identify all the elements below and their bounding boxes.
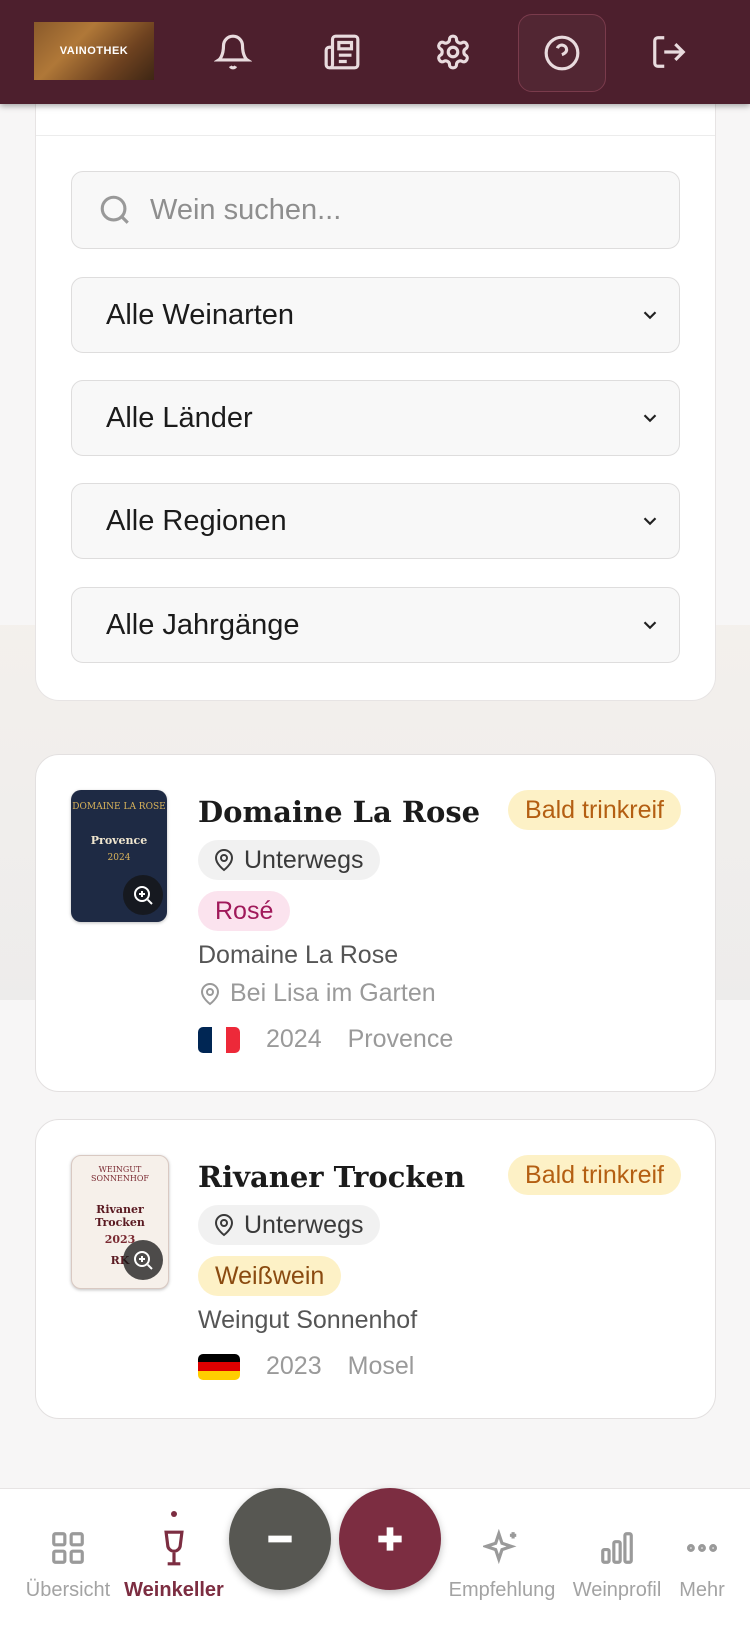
settings-button[interactable] [410,14,496,90]
wine-type-value: Alle Weinarten [106,298,295,331]
label-producer: DOMAINE LA ROSE [72,802,166,812]
zoom-label-button[interactable] [123,875,163,915]
nav-more-label: Mehr [679,1579,725,1601]
map-pin-icon [214,1214,234,1237]
nav-recommendation[interactable]: Empfehlung [445,1489,559,1625]
minus-icon [268,1535,292,1543]
help-icon [544,35,580,71]
gear-icon [437,34,469,70]
wine-region: Mosel [347,1352,415,1380]
grid-icon [52,1532,84,1564]
label-year: 2024 [107,853,131,863]
notifications-button[interactable] [190,14,276,90]
top-bar: VAINOTHEK [0,0,750,104]
plus-icon [378,1527,402,1551]
app-logo[interactable]: VAINOTHEK [34,22,154,80]
chevron-down-icon [643,517,657,526]
map-pin-icon [214,849,234,872]
vintage-select[interactable]: Alle Jahrgänge [71,587,680,663]
storage-label: Bei Lisa im Garten [230,979,436,1007]
logo-text: VAINOTHEK [59,45,129,57]
wine-name: Domaine La Rose [198,795,481,829]
wine-meta: 2023 Mosel [198,1352,414,1381]
label-wine: Rivaner Trocken [95,1203,145,1229]
wine-card[interactable]: WEINGUT SONNENHOF Rivaner Trocken 2023 R… [35,1119,716,1419]
nav-cellar-label: Weinkeller [124,1579,224,1601]
logout-icon [653,36,686,68]
zoom-in-icon [134,1251,153,1270]
news-icon [324,34,360,70]
active-indicator [171,1511,177,1517]
nav-overview[interactable]: Übersicht [20,1489,116,1625]
nav-recommendation-label: Empfehlung [448,1579,556,1601]
wine-region: Provence [347,1025,454,1053]
location-chip[interactable]: Unterwegs [198,840,380,880]
filter-card: Alle Weinarten Alle Länder Alle Regionen… [35,80,716,701]
flag-france-icon [198,1026,240,1053]
flag-germany-icon [198,1353,240,1380]
country-select[interactable]: Alle Länder [71,380,680,456]
chevron-down-icon [643,311,657,320]
bar-chart-icon [601,1532,633,1564]
more-dots-icon [686,1544,718,1552]
search-input[interactable] [148,192,672,228]
map-pin-icon [200,982,220,1005]
location-chip[interactable]: Unterwegs [198,1205,380,1245]
nav-profile-label: Weinprofil [572,1579,662,1601]
vintage-year: 2023 [266,1352,322,1380]
region-select[interactable]: Alle Regionen [71,483,680,559]
divider [36,135,715,136]
status-badge: Bald trinkreif [508,1155,681,1195]
chevron-down-icon [643,414,657,423]
wine-card[interactable]: DOMAINE LA ROSE Provence 2024 Domaine La… [35,754,716,1092]
location-label: Unterwegs [244,1210,364,1239]
logout-button[interactable] [626,14,712,90]
label-region: Provence [90,834,148,847]
sparkles-icon [483,1529,517,1565]
wine-glass-icon [164,1530,184,1566]
wine-name: Rivaner Trocken [198,1160,466,1194]
bell-icon [214,34,252,70]
wine-meta: 2024 Provence [198,1025,453,1054]
vintage-year: 2024 [266,1025,322,1053]
help-button[interactable] [518,14,606,92]
storage-location: Bei Lisa im Garten [198,979,436,1008]
search-field[interactable] [71,171,680,249]
remove-bottle-button[interactable] [229,1488,331,1590]
nav-more[interactable]: Mehr [672,1489,732,1625]
label-producer: WEINGUT SONNENHOF [91,1165,149,1183]
wine-type-select[interactable]: Alle Weinarten [71,277,680,353]
country-value: Alle Länder [106,401,253,434]
vintage-value: Alle Jahrgänge [106,608,300,641]
location-label: Unterwegs [244,845,364,874]
nav-cellar[interactable]: Weinkeller [124,1489,224,1625]
chevron-down-icon [643,621,657,630]
nav-overview-label: Übersicht [25,1579,111,1601]
nav-profile[interactable]: Weinprofil [567,1489,667,1625]
producer-name: Weingut Sonnenhof [198,1306,418,1334]
producer-name: Domaine La Rose [198,941,399,969]
zoom-label-button[interactable] [123,1240,163,1280]
news-button[interactable] [299,14,385,90]
add-bottle-button[interactable] [339,1488,441,1590]
wine-type-badge: Rosé [198,891,291,931]
search-icon [100,195,129,224]
region-value: Alle Regionen [106,504,287,537]
status-badge: Bald trinkreif [508,790,681,830]
zoom-in-icon [134,886,153,905]
wine-type-badge: Weißwein [198,1256,342,1296]
